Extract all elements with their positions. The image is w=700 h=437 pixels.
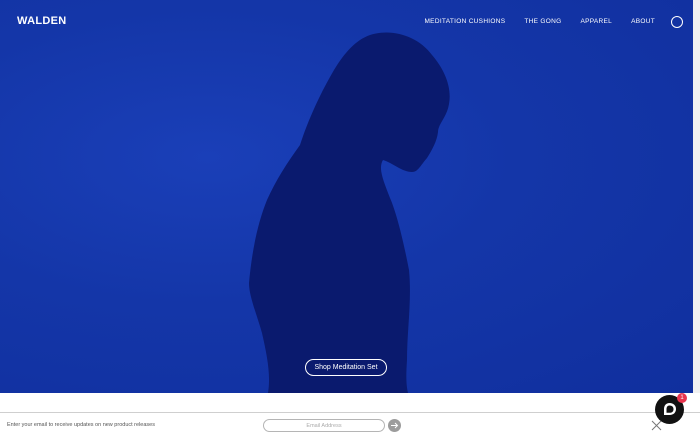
nav-item-apparel[interactable]: APPAREL bbox=[580, 18, 612, 25]
close-icon[interactable] bbox=[651, 420, 662, 431]
brand-logo[interactable]: WALDEN bbox=[17, 15, 66, 27]
nav-item-the-gong[interactable]: THE GONG bbox=[524, 18, 561, 25]
nav-item-meditation-cushions[interactable]: MEDITATION CUSHIONS bbox=[424, 18, 505, 25]
chat-bubble-icon bbox=[664, 403, 676, 415]
silhouette-image bbox=[249, 32, 450, 393]
arrow-right-icon bbox=[391, 422, 399, 429]
hero-section: WALDEN MEDITATION CUSHIONS THE GONG APPA… bbox=[0, 0, 693, 393]
nav-item-about[interactable]: ABOUT bbox=[631, 18, 655, 25]
email-signup-bar: Enter your email to receive updates on n… bbox=[0, 412, 700, 437]
notification-badge: 1 bbox=[677, 393, 687, 403]
submit-button[interactable] bbox=[388, 419, 401, 432]
scrollbar[interactable] bbox=[693, 0, 700, 393]
shop-meditation-set-button[interactable]: Shop Meditation Set bbox=[305, 359, 387, 376]
main-nav: MEDITATION CUSHIONS THE GONG APPAREL ABO… bbox=[405, 18, 655, 25]
signup-prompt: Enter your email to receive updates on n… bbox=[7, 422, 155, 428]
search-icon[interactable] bbox=[671, 16, 683, 28]
email-field[interactable] bbox=[263, 419, 385, 432]
